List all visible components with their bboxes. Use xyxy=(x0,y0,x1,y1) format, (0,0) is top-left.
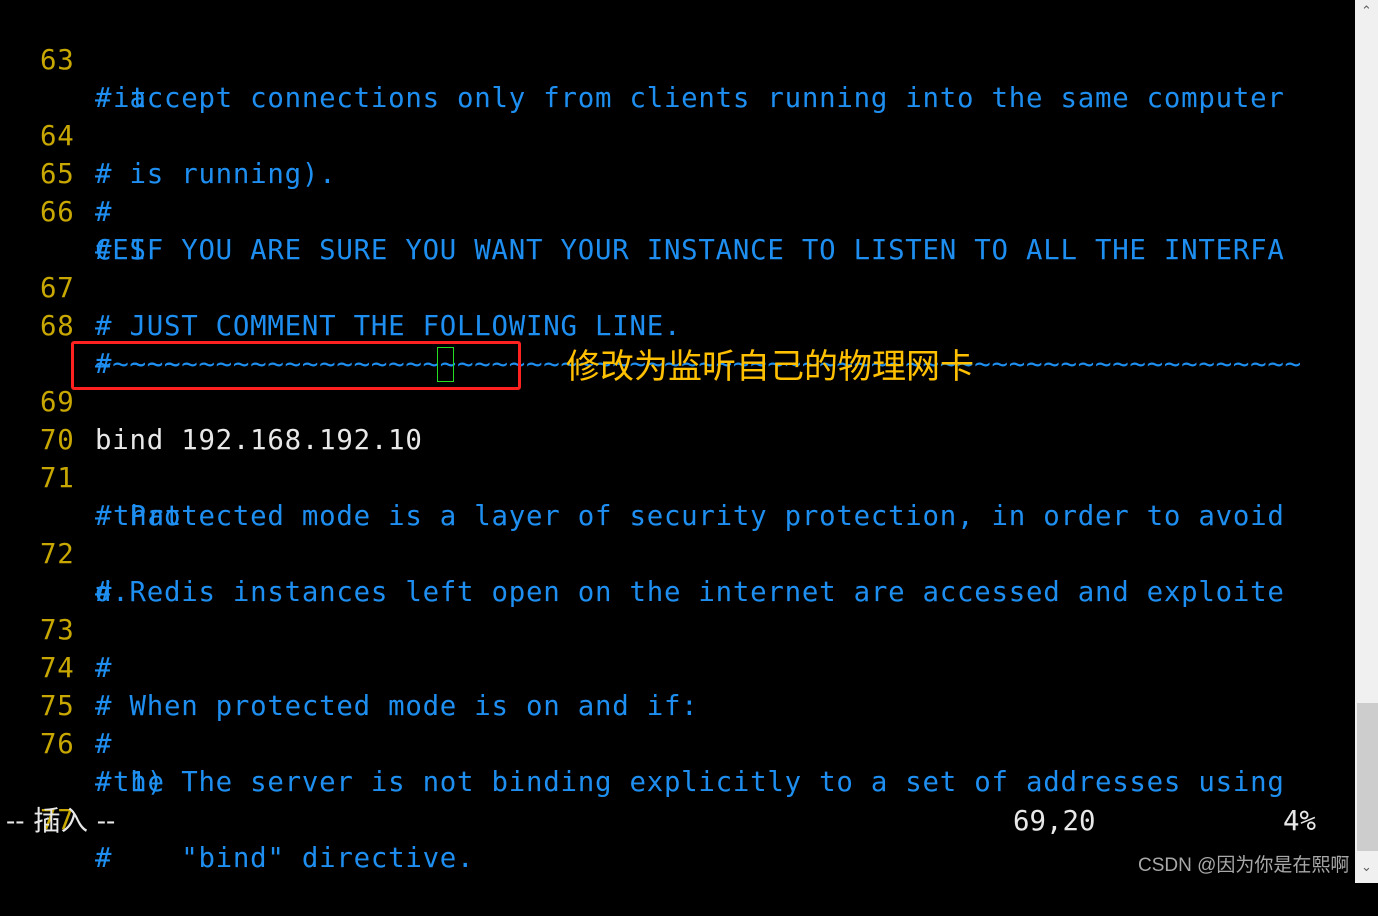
cursor-position: 69,20 xyxy=(1013,806,1096,837)
line-text-wrap: that xyxy=(113,501,182,532)
code-line-66-wrap: CES xyxy=(0,194,146,266)
code-line-73: 73 # xyxy=(0,574,111,684)
line-text: # Redis instances left open on the inter… xyxy=(95,577,1285,608)
code-line-75: 75 # xyxy=(0,650,111,760)
code-line-71-wrap: that xyxy=(0,460,181,532)
code-line-66: 66 # IF YOU ARE SURE YOU WANT YOUR INSTA… xyxy=(0,156,1284,266)
line-text-wrap: CES xyxy=(95,235,147,266)
code-line-63-wrap: it xyxy=(0,42,147,114)
code-line-76-wrap: the xyxy=(0,726,164,798)
code-line-69[interactable]: 69 bind 192.168.192.10 xyxy=(0,346,422,456)
line-text: # accept connections only from clients r… xyxy=(95,83,1285,114)
line-text: # 1) The server is not binding explicitl… xyxy=(95,767,1285,798)
code-line-71: 71 # Protected mode is a layer of securi… xyxy=(0,422,1284,532)
line-text-wrap: the xyxy=(113,767,165,798)
terminal-editor[interactable]: 63 # accept connections only from client… xyxy=(0,0,1355,883)
code-line-76: 76 # 1) The server is not binding explic… xyxy=(0,688,1284,798)
vertical-scrollbar[interactable]: ⌃ ⌄ xyxy=(1355,0,1378,883)
watermark: CSDN @因为你是在熙啊 xyxy=(1138,855,1350,876)
line-text: # "bind" directive. xyxy=(95,843,475,874)
code-line-67: 67 # JUST COMMENT THE FOLLOWING LINE. xyxy=(0,232,680,342)
code-line-77: 77 # "bind" directive. xyxy=(0,764,474,874)
annotation-label: 修改为监听自己的物理网卡 xyxy=(566,347,974,387)
code-line-74: 74 # When protected mode is on and if: xyxy=(0,612,698,722)
code-line-72: 72 # Redis instances left open on the in… xyxy=(0,498,1284,608)
line-text: # xyxy=(95,653,113,684)
line-text: # xyxy=(95,197,113,228)
line-text: # Protected mode is a layer of security … xyxy=(95,501,1285,532)
highlight-box xyxy=(71,341,521,390)
scroll-up-arrow-icon[interactable]: ⌃ xyxy=(1355,2,1378,22)
code-line-63: 63 # accept connections only from client… xyxy=(0,4,1284,114)
code-line-68-wrap: ~~~~~ xyxy=(0,308,180,380)
line-text: # When protected mode is on and if: xyxy=(95,691,699,722)
line-text-wrap: d. xyxy=(95,577,130,608)
mode-indicator: -- 插入 -- xyxy=(6,806,116,837)
line-text: # is running). xyxy=(95,159,337,190)
code-line-65: 65 # xyxy=(0,118,111,228)
line-text: # xyxy=(95,729,113,760)
scrollbar-thumb[interactable] xyxy=(1357,703,1378,851)
code-line-70: 70 xyxy=(0,384,74,456)
code-line-72-wrap: d. xyxy=(0,536,129,608)
code-line-64: 64 # is running). xyxy=(0,80,336,190)
scroll-down-arrow-icon[interactable]: ⌄ xyxy=(1355,858,1378,878)
code-line-68: 68 # ~~~~~~~~~~~~~~~~~~~~~~~~~~~~~~~~~~~… xyxy=(0,270,1301,380)
scroll-percent: 4% xyxy=(1283,806,1316,837)
bind-directive-text[interactable]: bind 192.168.192.10 xyxy=(95,422,423,460)
line-text: # IF YOU ARE SURE YOU WANT YOUR INSTANCE… xyxy=(95,235,1285,266)
line-text-wrap: it xyxy=(113,83,148,114)
